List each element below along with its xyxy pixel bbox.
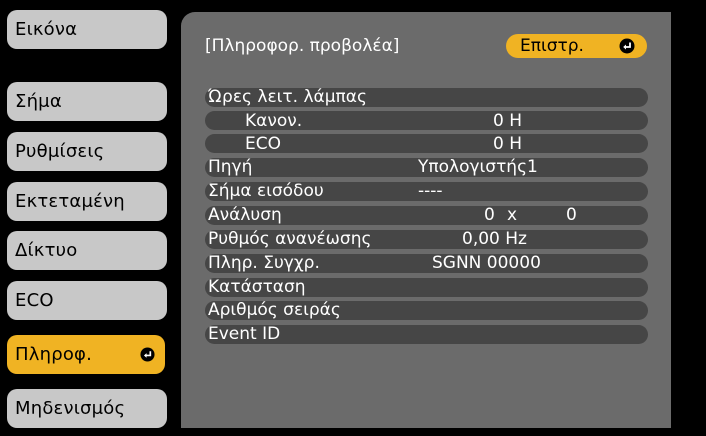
input-signal-value: ----	[418, 181, 443, 201]
sidebar-item-label: Εικόνα	[15, 19, 78, 40]
resolution-width-value: 0	[484, 205, 495, 225]
source-value: Υπολογιστής1	[418, 157, 538, 177]
page-title: [Πληροφορ. προβολέα]	[205, 36, 400, 56]
resolution-label: Ανάλυση	[208, 205, 282, 225]
normal-label: Κανον.	[245, 111, 303, 131]
sidebar-item-label: Ρυθμίσεις	[15, 141, 105, 162]
source-label: Πηγή	[208, 157, 253, 177]
resolution-separator: x	[507, 205, 518, 225]
sidebar-item-network[interactable]: Δίκτυο	[7, 231, 167, 270]
sidebar-item-label: ECO	[15, 290, 54, 311]
sidebar-item-label: Μηδενισμός	[15, 398, 126, 419]
sync-info-label: Πληρ. Συγχρ.	[208, 253, 320, 273]
input-signal-label: Σήμα εισόδου	[208, 181, 324, 201]
sidebar-item-label: Σήμα	[15, 91, 62, 112]
serial-number-label: Αριθμός σειράς	[208, 300, 341, 320]
sidebar-item-extended[interactable]: Εκτεταμένη	[7, 182, 167, 221]
enter-icon	[619, 38, 635, 54]
refresh-rate-label: Ρυθμός ανανέωσης	[208, 229, 372, 249]
sidebar-item-reset[interactable]: Μηδενισμός	[7, 389, 167, 428]
sidebar-item-image[interactable]: Εικόνα	[7, 10, 167, 49]
eco-value: 0 H	[493, 134, 523, 154]
lamp-hours-label: Ώρες λειτ. λάμπας	[208, 87, 367, 107]
sidebar-item-label: Πληροφ.	[15, 344, 93, 365]
enter-icon	[140, 347, 155, 362]
sidebar-item-label: Εκτεταμένη	[15, 191, 125, 212]
normal-value: 0 H	[493, 111, 523, 131]
status-label: Κατάσταση	[208, 277, 306, 297]
sidebar-item-info[interactable]: Πληροφ.	[7, 335, 165, 374]
back-button[interactable]: Επιστρ.	[506, 34, 647, 58]
resolution-height-value: 0	[566, 205, 577, 225]
projector-menu-screen: Εικόνα Σήμα Ρυθμίσεις Εκτεταμένη Δίκτυο …	[0, 0, 706, 436]
sidebar-item-settings[interactable]: Ρυθμίσεις	[7, 132, 167, 171]
sync-info-value: SGNN 00000	[432, 253, 541, 273]
back-button-label: Επιστρ.	[520, 36, 584, 56]
eco-label: ECO	[245, 134, 281, 154]
event-id-label: Event ID	[208, 324, 281, 344]
sidebar-item-signal[interactable]: Σήμα	[7, 82, 167, 121]
refresh-rate-value: 0,00 Hz	[462, 229, 527, 249]
sidebar-item-eco[interactable]: ECO	[7, 281, 167, 320]
sidebar-item-label: Δίκτυο	[15, 240, 78, 261]
